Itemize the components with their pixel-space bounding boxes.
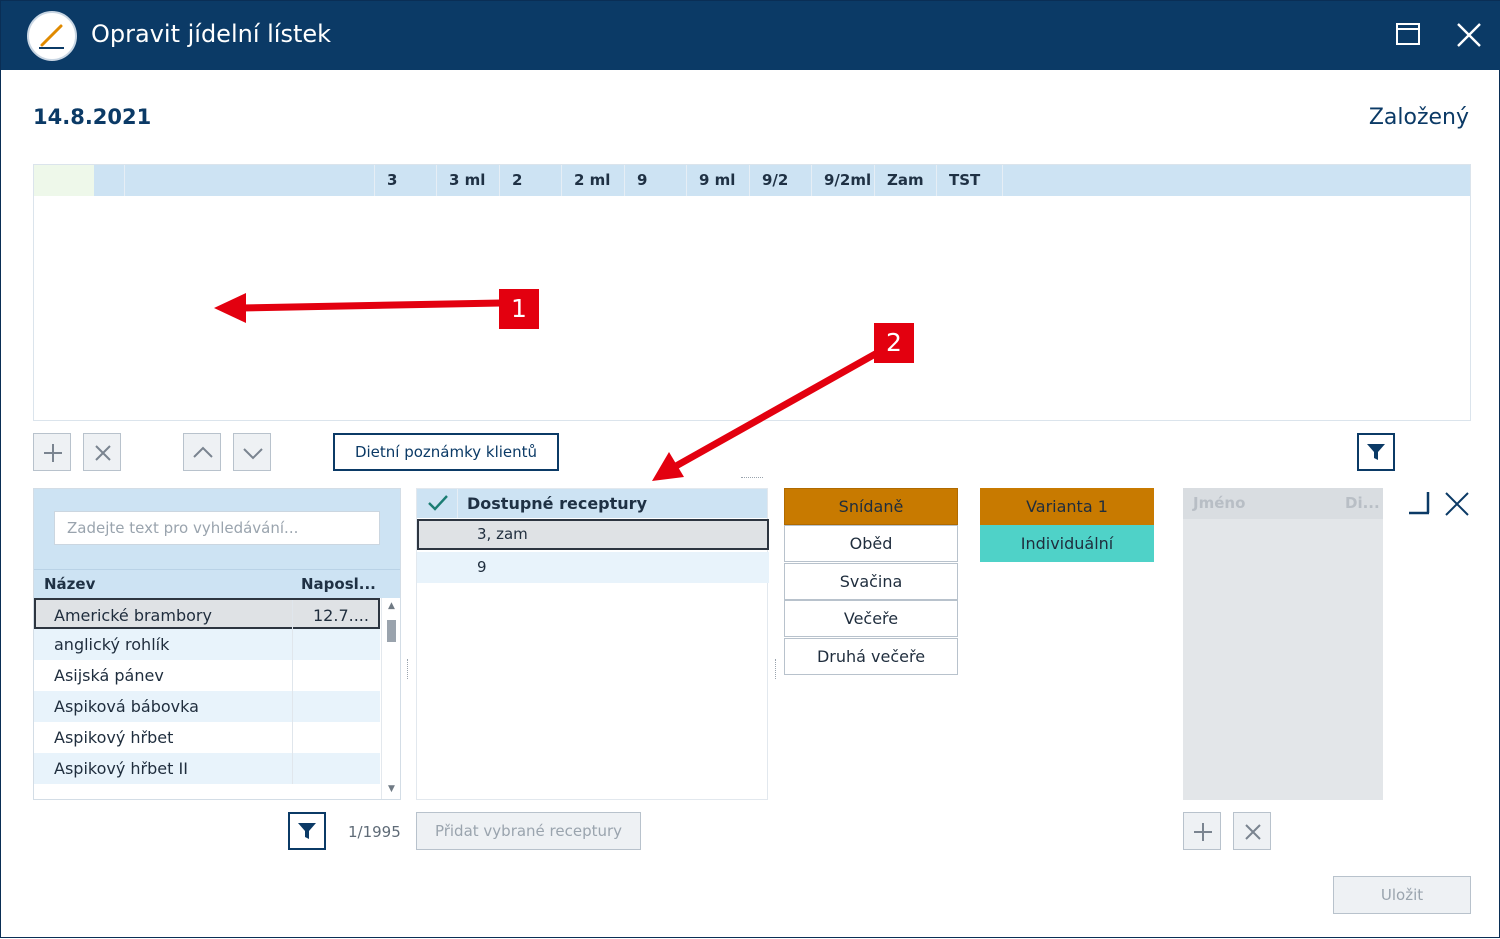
maximize-button[interactable] xyxy=(1391,18,1425,52)
available-recipe-name: 3, zam xyxy=(477,525,528,543)
available-recipes-title: Dostupné receptury xyxy=(467,494,647,513)
recipe-search-input[interactable]: Zadejte text pro vyhledávání... xyxy=(54,511,380,545)
table-row[interactable]: anglický rohlík xyxy=(34,629,380,660)
meal-snack[interactable]: Svačina xyxy=(784,563,958,600)
meal-dinner[interactable]: Večeře xyxy=(784,600,958,637)
recipe-name: Asijská pánev xyxy=(54,666,164,685)
recipe-name: Aspikový hřbet II xyxy=(54,759,188,778)
delete-row-button[interactable] xyxy=(83,433,121,471)
variant-individual[interactable]: Individuální xyxy=(980,525,1154,562)
add-selected-recipes-button[interactable]: Přidat vybrané receptury xyxy=(416,812,641,850)
list-item[interactable]: 3, zam xyxy=(417,519,769,550)
col-last-used-header[interactable]: Naposl... xyxy=(301,570,376,599)
col-person-diet[interactable]: Di... xyxy=(1345,488,1380,519)
grid-header-marker xyxy=(34,165,94,196)
grid-header: 3 3 ml 2 2 ml 9 9 ml 9/2 9/2ml Zam TST xyxy=(34,165,1470,196)
available-recipes-header: Dostupné receptury xyxy=(417,489,767,518)
recipe-name: Americké brambory xyxy=(54,606,212,625)
scrollbar-thumb[interactable] xyxy=(387,620,396,642)
grid-filter-button[interactable] xyxy=(1357,433,1395,471)
recipe-last-used xyxy=(292,753,380,784)
scroll-up-icon[interactable]: ▲ xyxy=(388,601,395,611)
menu-grid[interactable]: 3 3 ml 2 2 ml 9 9 ml 9/2 9/2ml Zam TST xyxy=(33,164,1471,421)
table-row[interactable]: Asijská pánev xyxy=(34,660,380,691)
remove-person-button[interactable] xyxy=(1233,812,1271,850)
move-down-button[interactable] xyxy=(233,433,271,471)
splitter-grip[interactable] xyxy=(741,477,763,478)
grid-col-tst[interactable]: TST xyxy=(937,165,1003,196)
variant-1[interactable]: Varianta 1 xyxy=(980,488,1154,525)
table-row[interactable]: Aspiková bábovka xyxy=(34,691,380,722)
title-bar: Opravit jídelní lístek xyxy=(1,1,1500,70)
grid-col-9ml[interactable]: 9 ml xyxy=(687,165,750,196)
recipe-last-used xyxy=(292,691,380,722)
check-icon[interactable] xyxy=(427,493,449,513)
diet-notes-button[interactable]: Dietní poznámky klientů xyxy=(333,433,559,471)
grid-col-2ml[interactable]: 2 ml xyxy=(562,165,625,196)
recipe-search-area: Zadejte text pro vyhledávání... xyxy=(34,489,400,569)
dock-panel-icon[interactable] xyxy=(1407,490,1433,516)
recipe-last-used xyxy=(292,660,380,691)
recipe-list-panel: Zadejte text pro vyhledávání... Název Na… xyxy=(33,488,401,800)
available-recipes-panel: Dostupné receptury 3, zam 9 xyxy=(416,488,769,800)
add-row-button[interactable] xyxy=(33,433,71,471)
splitter-grip[interactable] xyxy=(407,659,408,679)
meal-breakfast[interactable]: Snídaně xyxy=(784,488,958,525)
callout-2: 2 xyxy=(874,323,914,363)
save-button[interactable]: Uložit xyxy=(1333,876,1471,914)
col-person-name[interactable]: Jméno xyxy=(1193,488,1245,519)
grid-col-9-2[interactable]: 9/2 xyxy=(750,165,812,196)
col-name-header[interactable]: Název xyxy=(44,570,95,599)
app-logo-icon xyxy=(27,11,77,61)
table-row[interactable]: Americké brambory 12.7.... xyxy=(34,598,380,631)
recipe-last-used: 12.7.... xyxy=(292,600,380,631)
dialog-window: Opravit jídelní lístek 14.8.2021 Založen… xyxy=(0,0,1500,938)
grid-col-9-2ml[interactable]: 9/2ml xyxy=(812,165,875,196)
close-panel-icon[interactable] xyxy=(1443,490,1471,518)
menu-date: 14.8.2021 xyxy=(33,105,152,129)
grid-col-zam[interactable]: Zam xyxy=(875,165,937,196)
recipe-name: anglický rohlík xyxy=(54,635,170,654)
recipe-last-used xyxy=(292,722,380,753)
list-item[interactable]: 9 xyxy=(417,552,769,583)
add-person-button[interactable] xyxy=(1183,812,1221,850)
people-panel: Jméno Di... xyxy=(1183,488,1383,800)
recipe-last-used xyxy=(292,629,380,660)
table-row[interactable]: Aspikový hřbet xyxy=(34,722,380,753)
menu-state: Založený xyxy=(1368,105,1469,130)
people-header: Jméno Di... xyxy=(1183,488,1383,519)
recipe-rows: Americké brambory 12.7.... anglický rohl… xyxy=(34,598,380,784)
meal-second-dinner[interactable]: Druhá večeře xyxy=(784,638,958,675)
grid-col-3[interactable]: 3 xyxy=(375,165,437,196)
recipe-pager: 1/1995 xyxy=(348,823,401,841)
recipe-list-header: Název Naposl... xyxy=(34,569,400,598)
available-recipe-name: 9 xyxy=(477,558,487,576)
recipe-filter-button[interactable] xyxy=(288,812,326,850)
recipe-name: Aspiková bábovka xyxy=(54,697,199,716)
meal-lunch[interactable]: Oběd xyxy=(784,525,958,562)
recipe-name: Aspikový hřbet xyxy=(54,728,174,747)
scroll-down-icon[interactable]: ▼ xyxy=(388,784,395,794)
window-title: Opravit jídelní lístek xyxy=(91,20,332,48)
grid-col-3ml[interactable]: 3 ml xyxy=(437,165,500,196)
splitter-grip[interactable] xyxy=(775,659,776,679)
grid-header-blank xyxy=(94,165,125,196)
table-row[interactable]: Aspikový hřbet II xyxy=(34,753,380,784)
grid-col-2[interactable]: 2 xyxy=(500,165,562,196)
grid-col-9[interactable]: 9 xyxy=(625,165,687,196)
close-window-button[interactable] xyxy=(1452,18,1486,52)
recipe-list-scrollbar[interactable]: ▲ ▼ xyxy=(381,598,400,799)
grid-header-name xyxy=(125,165,375,196)
callout-1: 1 xyxy=(499,289,539,329)
move-up-button[interactable] xyxy=(183,433,221,471)
